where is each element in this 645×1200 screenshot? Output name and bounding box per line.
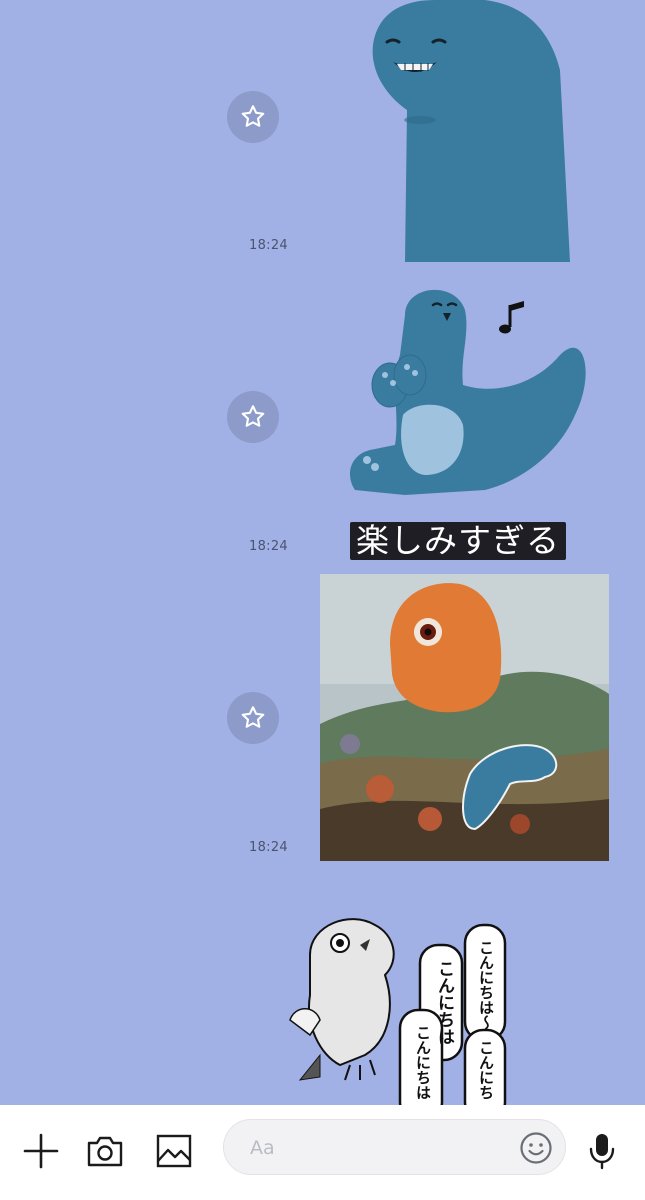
- smiling-dino-sticker[interactable]: [365, 0, 575, 262]
- dancing-dino-sticker[interactable]: [345, 275, 590, 515]
- speech-bubble-text: こんにちは: [414, 1025, 432, 1100]
- star-icon: [241, 405, 265, 427]
- message-timestamp: 18:24: [249, 840, 288, 855]
- message-timestamp: 18:24: [249, 238, 288, 253]
- star-icon: [241, 706, 265, 728]
- sticker-message: 18:24 楽しみすぎる: [0, 270, 645, 565]
- favorite-star-button[interactable]: [227, 91, 279, 143]
- message-input[interactable]: [223, 1119, 566, 1175]
- speech-bubble-text: こんにちは〜: [477, 940, 495, 1030]
- message-text-field[interactable]: [248, 1132, 512, 1164]
- cyclops-painting-sticker[interactable]: [320, 574, 609, 861]
- speech-bubble-text: こんにち: [477, 1040, 495, 1100]
- message-timestamp: 18:24: [249, 539, 288, 554]
- microphone-icon: [589, 1134, 615, 1170]
- star-icon: [241, 105, 265, 127]
- chat-area[interactable]: 18:24 18:24 楽しみすぎる 18:24 こんにちは〜 こんにちは こん…: [0, 0, 645, 1105]
- sticker-caption: 楽しみすぎる: [350, 522, 566, 560]
- sticker-message: 18:24: [0, 0, 645, 262]
- favorite-star-button[interactable]: [227, 391, 279, 443]
- sticker-message: こんにちは〜 こんにちは こんにちは こんにち: [0, 900, 645, 1105]
- voice-button[interactable]: [582, 1131, 622, 1171]
- favorite-star-button[interactable]: [227, 692, 279, 744]
- emoji-icon: [520, 1132, 552, 1164]
- camera-button[interactable]: [85, 1131, 125, 1171]
- gallery-button[interactable]: [154, 1131, 194, 1171]
- speech-bubble-text: こんにちは: [434, 960, 454, 1045]
- add-button[interactable]: [21, 1131, 61, 1171]
- camera-icon: [87, 1136, 123, 1167]
- emoji-button[interactable]: [519, 1131, 553, 1165]
- plus-icon: [23, 1133, 59, 1169]
- sticker-message: 18:24: [0, 570, 645, 865]
- image-icon: [156, 1134, 192, 1168]
